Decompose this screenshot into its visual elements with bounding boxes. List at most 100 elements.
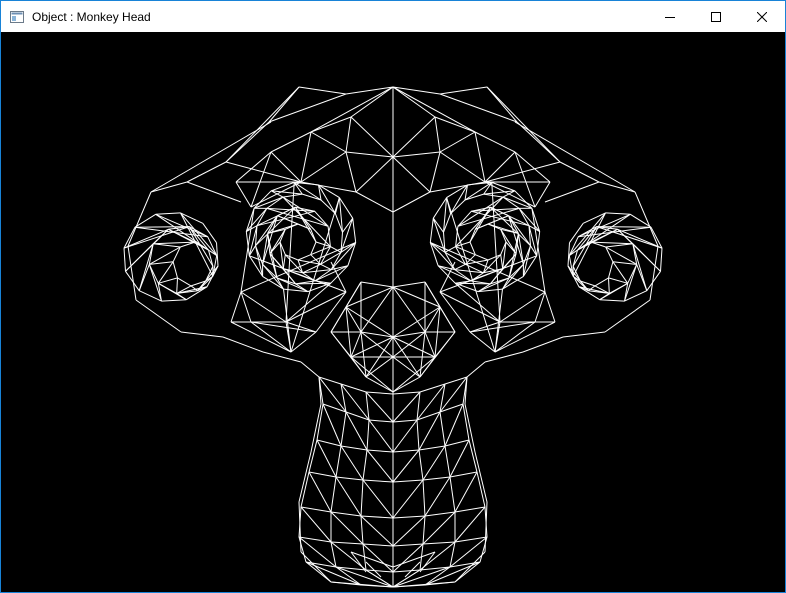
wireframe-edge — [469, 321, 501, 333]
wireframe-edge — [250, 321, 292, 353]
wireframe-edge — [362, 543, 394, 547]
wireframe-edge — [342, 217, 354, 233]
render-viewport[interactable] — [1, 32, 785, 592]
wireframe-edge — [330, 541, 364, 545]
wireframe-edge — [604, 299, 651, 333]
wireframe-edge — [345, 151, 357, 193]
wireframe-edge — [168, 228, 209, 251]
wireframe-edge — [225, 161, 302, 183]
wireframe-edge — [365, 356, 394, 378]
wireframe-edge — [455, 196, 504, 247]
wireframe-edge — [345, 151, 394, 158]
wireframe-edge — [430, 242, 546, 293]
wireframe-edge — [340, 445, 368, 451]
wireframe-edge — [365, 569, 394, 573]
wireframe-edge — [577, 228, 618, 251]
wireframe-edge — [340, 445, 364, 481]
wireframe-edge — [262, 351, 302, 363]
wireframe-edge — [474, 451, 488, 503]
wireframe-edge — [305, 561, 332, 583]
wireframe-edge — [350, 86, 394, 118]
wireframe-edge — [316, 439, 337, 478]
window-controls — [647, 1, 785, 32]
wireframe-edge — [298, 451, 312, 503]
wireframe-edge — [422, 541, 456, 545]
wireframe-edge — [429, 151, 441, 193]
wireframe-edge — [298, 86, 347, 95]
wireframe-edge — [439, 86, 488, 95]
minimize-button[interactable] — [647, 1, 693, 32]
wireframe-edge — [392, 356, 421, 378]
wireframe-edge — [432, 217, 444, 233]
title-bar[interactable]: Object : Monkey Head — [1, 1, 785, 32]
wireframe-edge — [330, 476, 337, 513]
wireframe-edge — [262, 263, 284, 290]
wireframe-edge — [491, 182, 501, 323]
wireframe-edge — [177, 277, 192, 287]
wireframe-edge — [469, 331, 496, 353]
wireframe-edge — [250, 321, 317, 333]
wireframe-edge — [362, 449, 368, 481]
wireframe-edge — [392, 86, 436, 118]
wireframe-edge — [360, 515, 394, 519]
wireframe-edge — [392, 419, 418, 423]
wireframe-edge — [499, 291, 546, 323]
wireframe-edge — [300, 506, 332, 513]
wireframe-edge — [392, 156, 431, 193]
wireframe-edge — [439, 411, 446, 447]
wireframe-edge — [437, 265, 456, 284]
wireframe-edge — [235, 181, 252, 208]
wireframe-edge — [270, 131, 312, 153]
wireframe-edge — [559, 161, 600, 183]
wireframe-edge — [222, 336, 264, 353]
wireframe-edge — [360, 515, 364, 545]
wireframe-edge — [416, 391, 421, 421]
wireframe-edge — [322, 403, 342, 447]
wireframe-edge — [429, 242, 439, 266]
maximize-icon — [711, 11, 721, 22]
wireframe-edge — [293, 182, 303, 195]
wireframe-edge — [392, 551, 436, 568]
wireframe-edge — [419, 383, 446, 393]
wireframe-edge — [392, 281, 426, 288]
wireframe-edge — [475, 254, 489, 261]
wireframe-edge — [285, 182, 295, 323]
wireframe-edge — [418, 445, 446, 451]
wireframe-edge — [240, 291, 287, 323]
wireframe-edge — [422, 476, 451, 481]
wireframe-edge — [596, 226, 652, 228]
wireframe-edge — [392, 515, 426, 519]
wireframe-edge — [315, 291, 347, 333]
wireframe-edge — [262, 215, 278, 265]
wireframe-edge — [392, 569, 421, 573]
wireframe-edge — [422, 479, 426, 517]
wireframe-edge — [330, 511, 362, 517]
wireframe-edge — [366, 419, 370, 451]
wireframe-edge — [330, 306, 347, 333]
wireframe-edge — [454, 506, 486, 543]
wireframe-edge — [300, 151, 347, 183]
wireframe-edge — [366, 449, 394, 483]
wireframe-edge — [437, 265, 472, 282]
wireframe-edge — [392, 391, 421, 423]
wireframe-edge — [582, 212, 606, 224]
wireframe-edge — [522, 336, 564, 353]
maximize-button[interactable] — [693, 1, 739, 32]
close-button[interactable] — [739, 1, 785, 32]
wireframe-edge — [150, 181, 188, 193]
wireframe-edge — [302, 193, 322, 201]
wireframe-edge — [290, 331, 317, 353]
wireframe-edge — [188, 226, 209, 251]
wireframe-edge — [366, 449, 394, 453]
wireframe-edge — [365, 391, 394, 423]
wireframe-edge — [474, 131, 486, 183]
monkey-head-wireframe — [123, 86, 663, 588]
wireframe-edge — [153, 243, 181, 248]
wireframe-edge — [360, 479, 364, 517]
wireframe-edge — [180, 212, 204, 224]
wireframe-edge — [422, 445, 446, 481]
wireframe-edge — [449, 476, 456, 513]
wireframe-edge — [225, 86, 300, 163]
wireframe-edge — [422, 515, 426, 545]
wireframe-edge — [594, 277, 609, 287]
